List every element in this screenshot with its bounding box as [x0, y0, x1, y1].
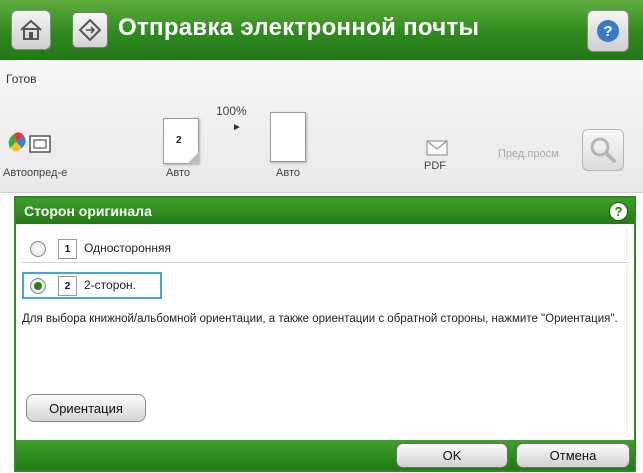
settings-toolbar: Готов 100% ► Автоопред-е 2 Авто Авто PDF… [0, 60, 643, 193]
preview-label: Пред.просм [498, 148, 559, 160]
page-title: Отправка электронной почты [118, 14, 480, 41]
option-one-sided[interactable]: 1 Односторонняя [22, 235, 628, 263]
sides-number: 2 [176, 135, 182, 146]
radio-one-sided[interactable] [30, 241, 46, 257]
dialog-footer: OK Отмена [16, 440, 634, 470]
option-label-two-sided: 2-сторон. [84, 278, 137, 292]
file-format-label: PDF [424, 160, 446, 172]
svg-text:?: ? [603, 23, 612, 40]
ok-button[interactable]: OK [396, 443, 508, 468]
arrow-right-icon: ► [232, 122, 242, 133]
dialog-description: Для выбора книжной/альбомной ориентации,… [22, 313, 618, 325]
option-two-sided[interactable]: 2 2-сторон. [22, 272, 162, 299]
app-header: Отправка электронной почты ? [0, 0, 643, 60]
color-auto-detect-button[interactable] [6, 130, 54, 162]
preview-button[interactable] [582, 129, 624, 171]
help-icon: ? [597, 20, 619, 42]
sides-setting-button[interactable]: 2 [163, 118, 199, 164]
radio-two-sided[interactable] [30, 278, 46, 294]
magnifier-icon [590, 137, 616, 163]
dialog-header: Сторон оригинала ? [16, 198, 634, 224]
dialog-title: Сторон оригинала [24, 203, 152, 219]
file-format-button[interactable]: PDF [418, 134, 458, 174]
status-text: Готов [6, 72, 37, 86]
zoom-value: 100% [216, 104, 247, 118]
two-sided-page-icon: 2 [58, 276, 77, 296]
page-setting-button[interactable] [270, 112, 306, 162]
original-sides-dialog: Сторон оригинала ? 1 Односторонняя 2 2-с… [14, 196, 636, 472]
home-button[interactable] [11, 10, 51, 50]
page-fold-icon [187, 152, 199, 164]
one-sided-page-icon: 1 [58, 239, 77, 259]
home-icon [20, 19, 42, 40]
dialog-help-icon[interactable]: ? [609, 202, 628, 221]
envelope-icon [426, 140, 448, 156]
sides-label: Авто [166, 167, 190, 179]
orientation-button[interactable]: Ориентация [26, 394, 146, 422]
help-button[interactable]: ? [587, 10, 629, 52]
auto-detect-label: Автоопред-е [3, 167, 68, 179]
email-diamond-icon [72, 12, 108, 48]
cancel-button[interactable]: Отмена [516, 443, 630, 468]
page-setting-label: Авто [276, 167, 300, 179]
color-palette-icon [8, 132, 51, 153]
option-label-one-sided: Односторонняя [84, 241, 172, 255]
